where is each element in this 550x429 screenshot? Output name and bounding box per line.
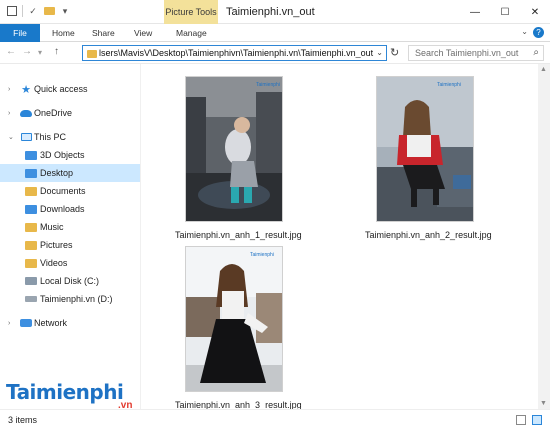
address-bar[interactable]: lsers\MavisV\Desktop\Taimienphivn\Taimie… bbox=[82, 45, 387, 61]
refresh-icon[interactable]: ↻ bbox=[390, 46, 399, 59]
app-icon bbox=[6, 5, 18, 17]
scroll-up-icon[interactable]: ▲ bbox=[540, 66, 547, 73]
star-icon: ★ bbox=[21, 83, 31, 96]
recent-locations-icon[interactable]: ▾ bbox=[38, 48, 42, 57]
logo-brand: Taimienphi bbox=[6, 380, 124, 404]
logo-tld: .vn bbox=[118, 400, 133, 411]
search-placeholder: Search Taimienphi.vn_out bbox=[415, 48, 519, 58]
photo-thumbnail-1: Taimienphi bbox=[186, 77, 282, 221]
customize-qat-icon[interactable]: ▾ bbox=[59, 5, 71, 17]
address-row: ← → ▾ ↑ lsers\MavisV\Desktop\Taimienphiv… bbox=[0, 42, 550, 64]
photo-thumbnail-3: Taimienphi bbox=[186, 247, 282, 391]
address-path[interactable]: lsers\MavisV\Desktop\Taimienphivn\Taimie… bbox=[99, 48, 374, 58]
item-count: 3 items bbox=[8, 415, 38, 425]
folder-icon bbox=[87, 50, 97, 58]
search-icon: ⌕ bbox=[533, 47, 539, 58]
scroll-down-icon[interactable]: ▼ bbox=[540, 400, 547, 407]
search-input[interactable]: Search Taimienphi.vn_out ⌕ bbox=[408, 45, 544, 61]
file-thumbnail-3[interactable]: Taimienphi bbox=[185, 246, 283, 392]
nav-item-local-disk[interactable]: Local Disk (C:) bbox=[0, 272, 140, 290]
file-thumbnail-1[interactable]: Taimienphi bbox=[185, 76, 283, 222]
drive-icon bbox=[25, 294, 37, 305]
navigation-pane: › ★ Quick access › OneDrive ⌄ This PC 3D… bbox=[0, 64, 140, 409]
nav-item-pictures[interactable]: Pictures bbox=[0, 236, 140, 254]
nav-item-desktop[interactable]: Desktop bbox=[0, 164, 140, 182]
file-name-2[interactable]: Taimienphi.vn_anh_2_result.jpg bbox=[365, 230, 492, 240]
ribbon-tabs: File Home Share View Manage ⌄ ? bbox=[0, 24, 550, 42]
svg-text:Taimienphi: Taimienphi bbox=[256, 82, 280, 88]
cloud-icon bbox=[20, 108, 32, 119]
folder-music-icon bbox=[25, 222, 37, 233]
folder-videos-icon bbox=[25, 258, 37, 269]
nav-item-network[interactable]: › Network bbox=[0, 314, 140, 332]
nav-item-music[interactable]: Music bbox=[0, 218, 140, 236]
photo-thumbnail-2: Taimienphi bbox=[377, 77, 473, 221]
folder-pictures-icon bbox=[25, 240, 37, 251]
nav-item-downloads[interactable]: Downloads bbox=[0, 200, 140, 218]
nav-item-quick-access[interactable]: › ★ Quick access bbox=[0, 80, 140, 98]
network-icon bbox=[20, 318, 32, 329]
folder-desktop-icon bbox=[25, 168, 37, 179]
tab-share[interactable]: Share bbox=[92, 24, 115, 42]
nav-item-this-pc[interactable]: ⌄ This PC bbox=[0, 128, 140, 146]
properties-icon[interactable]: ✓ bbox=[27, 5, 39, 17]
disk-icon bbox=[25, 276, 37, 287]
folder-downloads-icon bbox=[25, 204, 37, 215]
quick-access-toolbar: ✓ ▾ bbox=[6, 5, 71, 17]
nav-item-videos[interactable]: Videos bbox=[0, 254, 140, 272]
tab-manage[interactable]: Manage bbox=[176, 24, 207, 42]
new-folder-icon[interactable] bbox=[43, 5, 55, 17]
svg-text:Taimienphi: Taimienphi bbox=[437, 82, 461, 88]
tab-view[interactable]: View bbox=[134, 24, 152, 42]
nav-item-documents[interactable]: Documents bbox=[0, 182, 140, 200]
file-name-1[interactable]: Taimienphi.vn_anh_1_result.jpg bbox=[175, 230, 302, 240]
svg-text:Taimienphi: Taimienphi bbox=[250, 252, 274, 258]
close-button[interactable]: ✕ bbox=[520, 0, 550, 24]
help-icon[interactable]: ? bbox=[533, 27, 544, 38]
details-view-icon[interactable] bbox=[516, 415, 526, 425]
taimienphi-logo: Taimienphi .vn bbox=[6, 380, 166, 414]
chevron-down-icon[interactable]: ⌄ bbox=[376, 48, 383, 57]
nav-item-onedrive[interactable]: › OneDrive bbox=[0, 104, 140, 122]
vertical-scrollbar[interactable]: ▲ ▼ bbox=[538, 64, 550, 409]
forward-arrow-icon[interactable]: → bbox=[22, 46, 32, 57]
file-thumbnail-2[interactable]: Taimienphi bbox=[376, 76, 474, 222]
file-list: Taimienphi Taimienphi.vn_anh_1_result.jp… bbox=[141, 64, 538, 410]
window-title: Taimienphi.vn_out bbox=[226, 6, 315, 18]
folder-documents-icon bbox=[25, 186, 37, 197]
nav-item-3d-objects[interactable]: 3D Objects bbox=[0, 146, 140, 164]
up-arrow-icon[interactable]: ↑ bbox=[54, 46, 59, 57]
folder-3d-icon bbox=[25, 150, 37, 161]
title-bar: ✓ ▾ Picture Tools Taimienphi.vn_out — ☐ … bbox=[0, 0, 550, 24]
back-arrow-icon[interactable]: ← bbox=[6, 46, 16, 57]
tab-home[interactable]: Home bbox=[52, 24, 75, 42]
nav-item-drive-d[interactable]: Taimienphi.vn (D:) bbox=[0, 290, 140, 308]
minimize-button[interactable]: — bbox=[460, 0, 490, 24]
maximize-button[interactable]: ☐ bbox=[490, 0, 520, 24]
computer-icon bbox=[20, 132, 32, 143]
context-tab-picture-tools[interactable]: Picture Tools bbox=[164, 0, 218, 24]
expand-ribbon-icon[interactable]: ⌄ bbox=[521, 27, 528, 36]
large-icons-view-icon[interactable] bbox=[532, 415, 542, 425]
tab-file[interactable]: File bbox=[0, 24, 40, 42]
